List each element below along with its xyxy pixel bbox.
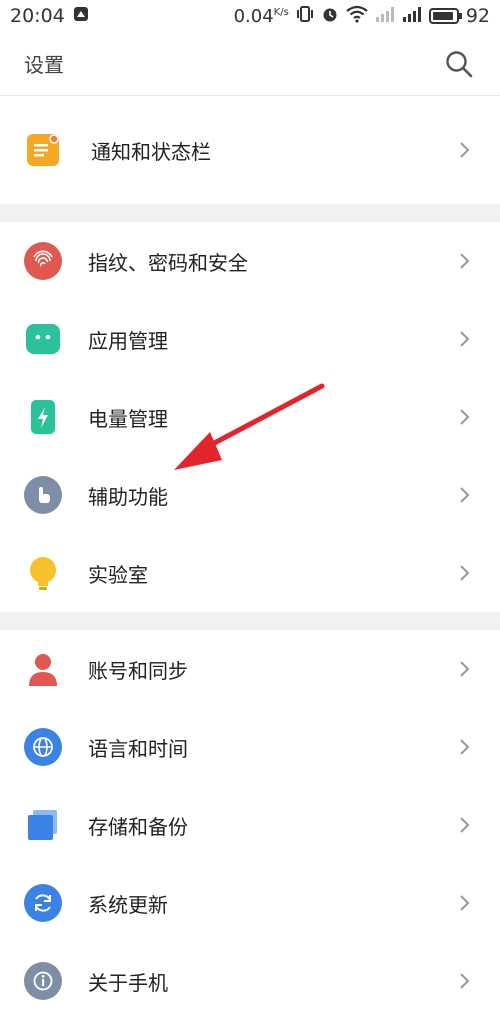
status-time: 20:04 (10, 5, 65, 27)
settings-item-label: 电量管理 (88, 406, 168, 431)
signal-icon (402, 5, 422, 28)
refresh-icon (24, 884, 62, 922)
settings-item-app-management[interactable]: 应用管理 (0, 300, 500, 378)
settings-item-label: 应用管理 (88, 328, 168, 353)
storage-icon (24, 806, 62, 844)
group-divider (0, 204, 500, 222)
settings-item-label: 辅助功能 (88, 484, 168, 509)
chevron-right-icon (460, 142, 470, 158)
settings-item-about-phone[interactable]: 关于手机 (0, 942, 500, 1020)
battery-level: 92 (465, 5, 490, 27)
lightbulb-icon (24, 554, 62, 592)
notification-square-icon (73, 5, 89, 27)
chevron-right-icon (460, 973, 470, 989)
settings-item-battery[interactable]: 电量管理 (0, 378, 500, 456)
search-button[interactable] (442, 47, 476, 81)
settings-item-label: 系统更新 (88, 892, 168, 917)
app-header: 设置 (0, 32, 500, 96)
settings-item-label: 指纹、密码和安全 (88, 250, 248, 275)
notification-icon (27, 134, 59, 166)
battery-status-icon (428, 8, 462, 24)
settings-item-label: 存储和备份 (88, 814, 188, 839)
status-bar: 20:04 0.04K/s 92 (0, 0, 500, 32)
settings-item-label: 实验室 (88, 562, 148, 587)
info-icon (24, 962, 62, 1000)
hand-pointer-icon (24, 476, 62, 514)
settings-item-storage-backup[interactable]: 存储和备份 (0, 786, 500, 864)
chevron-right-icon (460, 895, 470, 911)
settings-item-label: 通知和状态栏 (91, 139, 211, 164)
battery-icon (31, 400, 55, 434)
settings-item-accessibility[interactable]: 辅助功能 (0, 456, 500, 534)
chevron-right-icon (460, 817, 470, 833)
alarm-icon (321, 5, 339, 28)
fingerprint-icon (24, 242, 62, 280)
settings-item-label: 语言和时间 (88, 736, 188, 761)
chevron-right-icon (460, 565, 470, 581)
settings-list: 通知和状态栏 指纹、密码和安全 应用管理 电量管理 辅助功能 实验室 账号和同步… (0, 96, 500, 1020)
person-icon (24, 650, 62, 688)
settings-item-system-update[interactable]: 系统更新 (0, 864, 500, 942)
group-divider (0, 612, 500, 630)
settings-item-label: 账号和同步 (88, 658, 188, 683)
chevron-right-icon (460, 253, 470, 269)
settings-item-account-sync[interactable]: 账号和同步 (0, 630, 500, 708)
android-icon (26, 324, 60, 354)
settings-item-lab[interactable]: 实验室 (0, 534, 500, 612)
wifi-icon (346, 5, 368, 28)
network-speed: 0.04K/s (233, 5, 289, 27)
chevron-right-icon (460, 661, 470, 677)
search-icon (446, 50, 473, 77)
chevron-right-icon (460, 487, 470, 503)
settings-item-language-time[interactable]: 语言和时间 (0, 708, 500, 786)
chevron-right-icon (460, 739, 470, 755)
chevron-right-icon (460, 331, 470, 347)
vibrate-icon (296, 5, 314, 28)
globe-icon (24, 728, 62, 766)
settings-item-label: 关于手机 (88, 970, 168, 995)
chevron-right-icon (460, 409, 470, 425)
signal-3g-icon (375, 5, 395, 28)
page-title: 设置 (24, 53, 64, 77)
settings-item-notifications[interactable]: 通知和状态栏 (0, 111, 500, 189)
settings-item-security[interactable]: 指纹、密码和安全 (0, 222, 500, 300)
